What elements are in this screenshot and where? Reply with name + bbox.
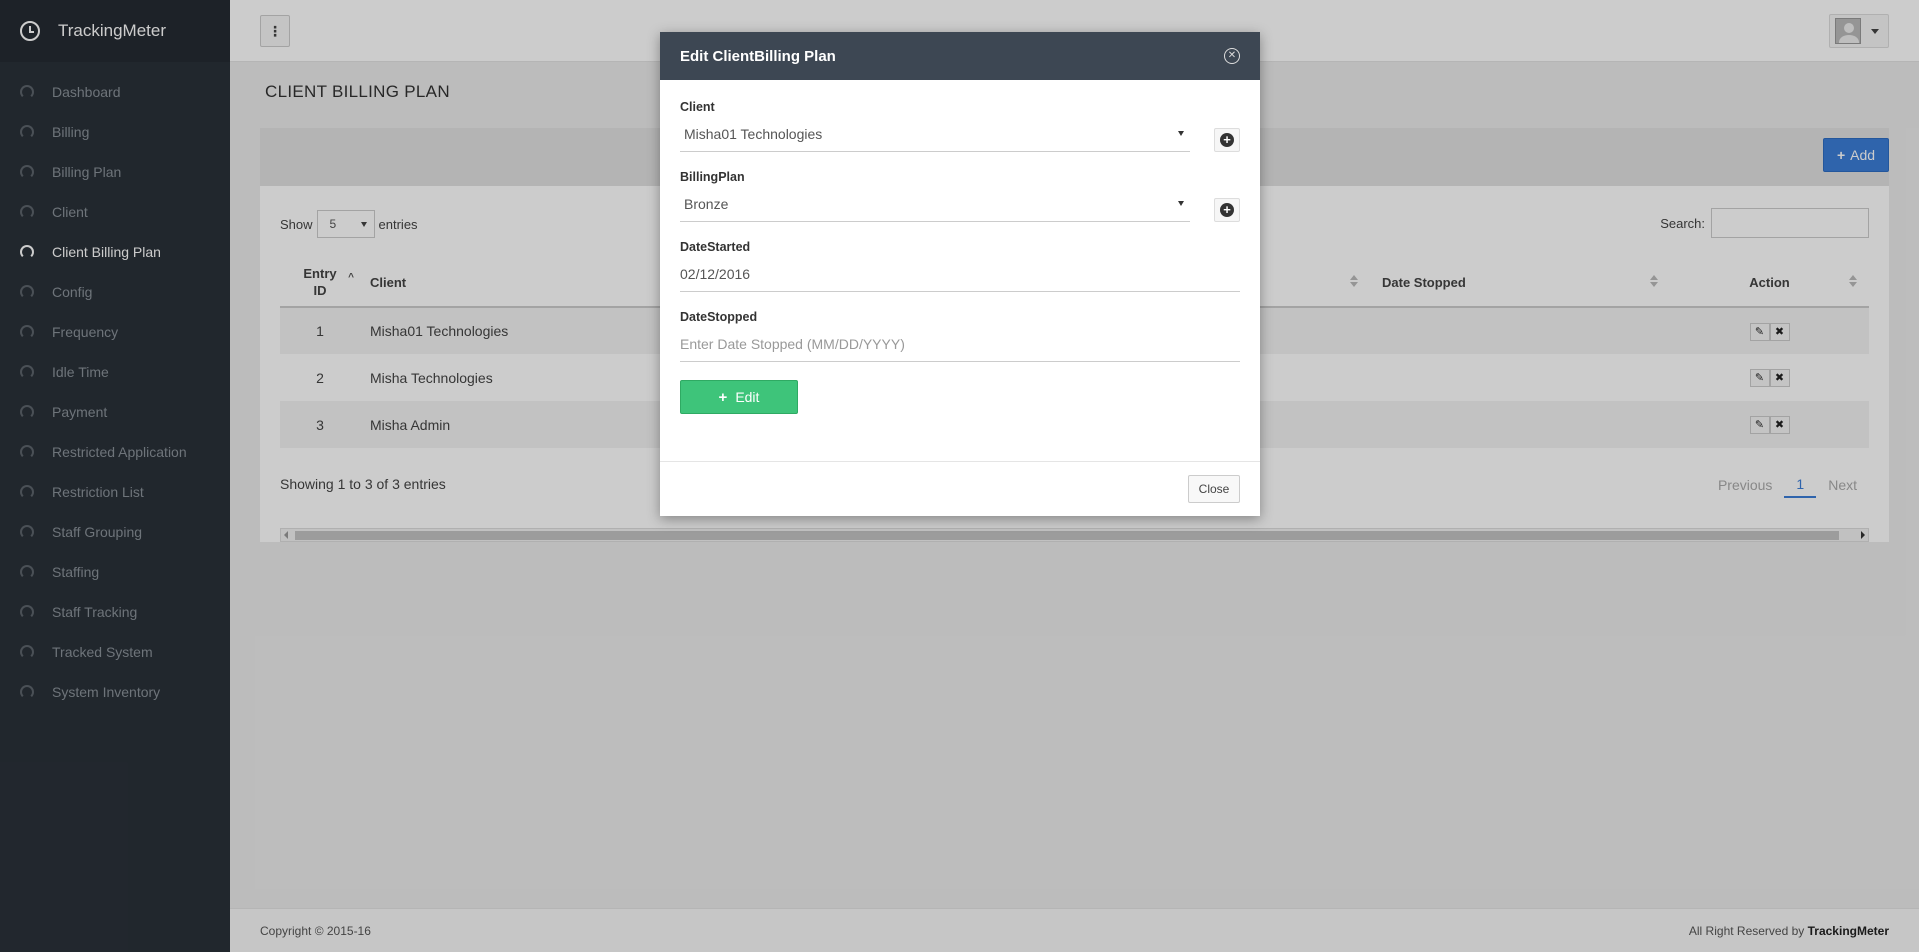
chevron-down-icon: [1178, 131, 1184, 136]
close-button[interactable]: Close: [1188, 475, 1240, 503]
date-started-label: DateStarted: [680, 240, 751, 254]
client-field: Client Misha01 Technologies +: [680, 100, 1240, 152]
billing-plan-label: BillingPlan: [680, 170, 745, 184]
date-stopped-field: DateStopped Enter Date Stopped (MM/DD/YY…: [680, 310, 1240, 362]
plus-circle-icon: +: [1220, 133, 1234, 147]
edit-submit-button[interactable]: + Edit: [680, 380, 798, 414]
modal-body: Client Misha01 Technologies + BillingPla…: [660, 80, 1260, 462]
edit-client-billing-plan-modal: Edit ClientBilling Plan ✕ Client Misha01…: [660, 32, 1260, 516]
modal-footer: Close: [660, 462, 1260, 516]
close-icon[interactable]: ✕: [1224, 48, 1240, 64]
add-billing-plan-button[interactable]: +: [1214, 198, 1240, 222]
plus-icon: +: [718, 388, 728, 406]
billing-plan-select[interactable]: Bronze: [680, 192, 1190, 222]
add-client-button[interactable]: +: [1214, 128, 1240, 152]
modal-header: Edit ClientBilling Plan ✕: [660, 32, 1260, 80]
date-started-field: DateStarted 02/12/2016: [680, 240, 1240, 292]
billing-plan-field: BillingPlan Bronze +: [680, 170, 1240, 222]
chevron-down-icon: [1178, 201, 1184, 206]
modal-title: Edit ClientBilling Plan: [680, 47, 836, 65]
client-label: Client: [680, 100, 715, 114]
client-select[interactable]: Misha01 Technologies: [680, 122, 1190, 152]
date-stopped-label: DateStopped: [680, 310, 758, 324]
date-started-input[interactable]: 02/12/2016: [680, 262, 1240, 292]
date-stopped-input[interactable]: Enter Date Stopped (MM/DD/YYYY): [680, 332, 1240, 362]
plus-circle-icon: +: [1220, 203, 1234, 217]
